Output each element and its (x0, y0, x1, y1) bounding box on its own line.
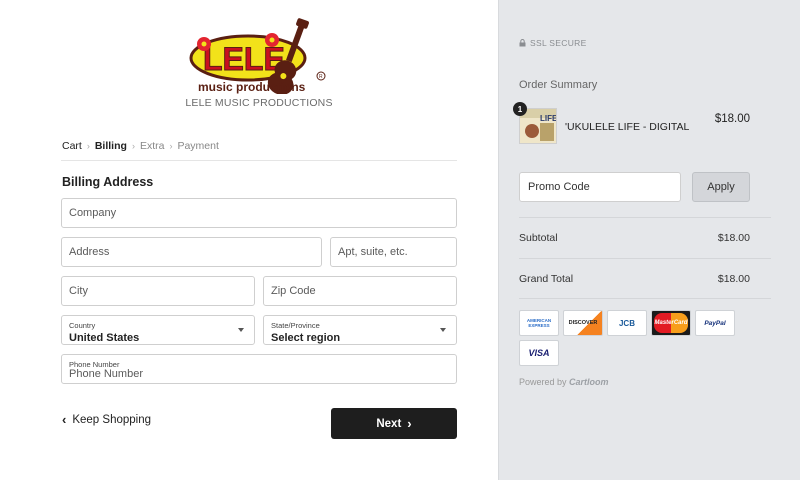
discover-icon: DISCOVER (563, 310, 603, 336)
phone-label: Phone Number (69, 360, 120, 369)
state-select[interactable]: State/Province Select region (263, 315, 457, 345)
divider (61, 160, 457, 161)
caret-down-icon (238, 328, 244, 332)
divider (519, 258, 771, 259)
ssl-label: SSL SECURE (530, 38, 587, 48)
breadcrumb-extra: Extra (139, 140, 165, 152)
checkout-form-panel: LELE R music productions LELE MUSIC PROD… (0, 0, 498, 480)
promo-code-field[interactable] (519, 172, 681, 202)
paypal-icon: PayPal (695, 310, 735, 336)
visa-icon: VISA (519, 340, 559, 366)
cartloom-link[interactable]: Cartloom (569, 377, 609, 387)
logo-tagline: music productions (198, 80, 306, 94)
breadcrumb-cart[interactable]: Cart (62, 140, 82, 152)
grand-total-value: $18.00 (717, 273, 750, 285)
chevron-left-icon: ‹ (62, 412, 67, 427)
powered-by: Powered by Cartloom (519, 377, 609, 387)
next-label: Next (376, 417, 402, 430)
lock-icon (519, 39, 526, 47)
lele-logo: LELE R music productions (189, 18, 326, 94)
address-input[interactable] (62, 238, 321, 266)
subtotal-row: Subtotal $18.00 (519, 232, 750, 244)
subtotal-label: Subtotal (519, 232, 558, 244)
product-price: $18.00 (714, 113, 750, 125)
country-label: Country (69, 321, 96, 330)
keep-shopping-label: Keep Shopping (72, 413, 151, 426)
svg-text:R: R (319, 74, 323, 80)
apt-field[interactable] (330, 237, 457, 267)
ssl-badge: SSL SECURE (519, 38, 587, 48)
order-summary-heading: Order Summary (519, 79, 598, 91)
divider (519, 298, 771, 299)
breadcrumb: Cart › Billing › Extra › Payment (62, 140, 219, 152)
chevron-right-icon: › (86, 141, 90, 151)
zip-field[interactable] (263, 276, 457, 306)
subtotal-value: $18.00 (717, 232, 750, 244)
grand-total-row: Grand Total $18.00 (519, 273, 750, 285)
breadcrumb-billing: Billing (94, 140, 127, 152)
jcb-icon: JCB (607, 310, 647, 336)
city-input[interactable] (62, 277, 254, 305)
zip-input[interactable] (264, 277, 456, 305)
caret-down-icon (440, 328, 446, 332)
next-button[interactable]: Next › (331, 408, 457, 439)
store-name: LELE MUSIC PRODUCTIONS (185, 97, 333, 109)
grand-total-label: Grand Total (519, 273, 574, 285)
payment-methods: AMERICAN EXPRESS DISCOVER JCB MasterCard… (519, 310, 759, 366)
company-field[interactable] (61, 198, 457, 228)
phone-field[interactable]: Phone Number (61, 354, 457, 384)
quantity-badge: 1 (513, 102, 527, 116)
address-field[interactable] (61, 237, 322, 267)
city-field[interactable] (61, 276, 255, 306)
chevron-right-icon: › (169, 141, 173, 151)
phone-input[interactable] (62, 355, 456, 383)
chevron-right-icon: › (407, 416, 412, 431)
divider (519, 217, 771, 218)
keep-shopping-link[interactable]: ‹ Keep Shopping (62, 412, 151, 427)
state-label: State/Province (271, 321, 320, 330)
billing-address-heading: Billing Address (62, 175, 154, 189)
order-summary-panel: SSL SECURE Order Summary LIFE 1 'UKULELE… (498, 0, 800, 480)
country-value: United States (69, 332, 140, 344)
apply-promo-button[interactable]: Apply (692, 172, 750, 202)
apt-input[interactable] (331, 238, 456, 266)
chevron-right-icon: › (131, 141, 135, 151)
mastercard-icon: MasterCard (651, 310, 691, 336)
state-value: Select region (271, 332, 341, 344)
product-name: 'UKULELE LIFE - DIGITAL (565, 121, 690, 133)
company-input[interactable] (62, 199, 456, 227)
country-select[interactable]: Country United States (61, 315, 255, 345)
svg-text:LIFE: LIFE (540, 114, 557, 123)
promo-code-input[interactable] (520, 173, 680, 201)
amex-icon: AMERICAN EXPRESS (519, 310, 559, 336)
breadcrumb-payment: Payment (177, 140, 219, 152)
